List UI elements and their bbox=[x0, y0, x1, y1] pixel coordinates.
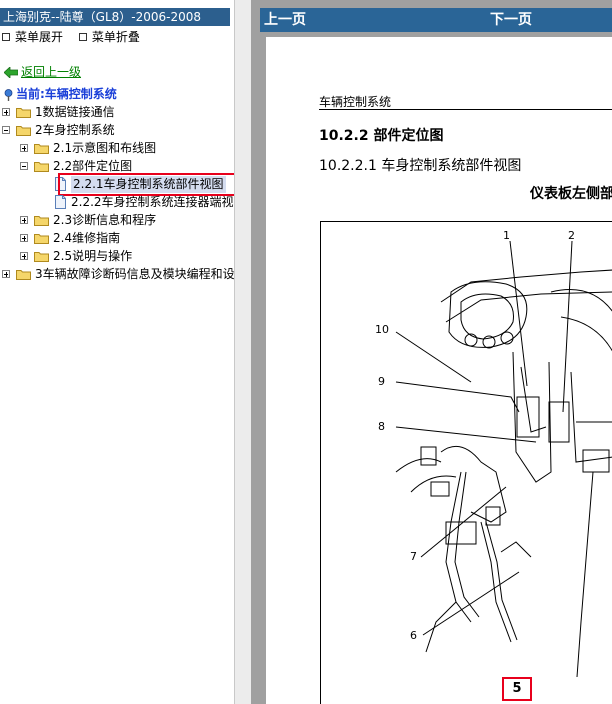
selection-highlight-box bbox=[58, 173, 234, 196]
tree-item[interactable]: 2车身控制系统 bbox=[0, 122, 234, 139]
current-location-label: 当前:车辆控制系统 bbox=[16, 87, 117, 101]
page-header: 车辆控制系统 bbox=[319, 95, 392, 109]
collapse-toggle-icon[interactable] bbox=[2, 126, 10, 134]
manual-title: 上海别克--陆尊（GL8）-2006-2008 bbox=[0, 8, 230, 26]
expand-toggle-icon[interactable] bbox=[20, 252, 28, 260]
callout-6: 6 bbox=[410, 629, 417, 642]
folder-icon bbox=[34, 252, 49, 262]
document-viewer: 上一页 下一页 车辆控制系统 10.2.2 部件定位图 10.2.2.1 车身控… bbox=[251, 0, 612, 704]
expand-toggle-icon[interactable] bbox=[20, 234, 28, 242]
navigation-panel: 上海别克--陆尊（GL8）-2006-2008 菜单展开 菜单折叠 返回上一级 … bbox=[0, 0, 234, 704]
tree-item-label: 2.3诊断信息和程序 bbox=[53, 213, 157, 227]
tree-item[interactable]: 2.3诊断信息和程序 bbox=[0, 212, 234, 229]
page-nav-bar: 上一页 下一页 bbox=[260, 8, 612, 32]
expand-toggle-icon[interactable] bbox=[20, 144, 28, 152]
tree-item[interactable]: 1数据链接通信 bbox=[0, 104, 234, 121]
folder-icon bbox=[34, 234, 49, 244]
folder-icon bbox=[34, 162, 49, 172]
expand-menu-button[interactable]: 菜单展开 bbox=[2, 29, 63, 45]
callout-5-highlight: 5 bbox=[502, 677, 532, 701]
folder-icon bbox=[16, 270, 31, 280]
panel-splitter[interactable] bbox=[234, 0, 251, 704]
back-link[interactable]: 返回上一级 bbox=[21, 65, 81, 79]
callout-8: 8 bbox=[378, 420, 385, 433]
expand-toggle-icon[interactable] bbox=[2, 108, 10, 116]
next-page-button[interactable]: 下一页 bbox=[490, 8, 532, 32]
back-arrow-icon bbox=[4, 67, 18, 78]
folder-icon bbox=[16, 108, 31, 118]
expand-menu-label: 菜单展开 bbox=[15, 30, 64, 44]
section-heading: 10.2.2 部件定位图 bbox=[319, 128, 444, 144]
expand-toggle-icon[interactable] bbox=[2, 270, 10, 278]
tree-item-label: 3车辆故障诊断码信息及模块编程和设 bbox=[35, 267, 234, 281]
square-bullet-icon bbox=[2, 32, 10, 41]
callout-9: 9 bbox=[378, 375, 385, 388]
dashboard-drawing bbox=[395, 240, 612, 678]
tree-item[interactable]: 2.4维修指南 bbox=[0, 230, 234, 247]
document-page: 车辆控制系统 10.2.2 部件定位图 10.2.2.1 车身控制系统部件视图 … bbox=[266, 37, 612, 704]
prev-page-button[interactable]: 上一页 bbox=[264, 8, 306, 32]
component-illustration: 1 2 10 9 8 7 6 bbox=[320, 221, 612, 704]
tree-item-label: 2.1示意图和布线图 bbox=[53, 141, 157, 155]
tree-item-label: 1数据链接通信 bbox=[35, 105, 115, 119]
tree-item-label: 2.2.2车身控制系统连接器端视 bbox=[71, 195, 234, 209]
tree-item-label: 2车身控制系统 bbox=[35, 123, 115, 137]
callout-7: 7 bbox=[410, 550, 417, 563]
collapse-toggle-icon[interactable] bbox=[20, 162, 28, 170]
tree-item[interactable]: 2.2.2车身控制系统连接器端视 bbox=[0, 194, 234, 211]
collapse-menu-label: 菜单折叠 bbox=[91, 30, 140, 44]
figure-title: 仪表板左侧部 bbox=[530, 186, 612, 202]
document-icon bbox=[55, 195, 66, 209]
back-link-row[interactable]: 返回上一级 bbox=[4, 64, 81, 80]
square-bullet-icon bbox=[78, 32, 87, 41]
folder-icon bbox=[34, 216, 49, 226]
callout-10: 10 bbox=[375, 323, 389, 336]
tree-item-label: 2.5说明与操作 bbox=[53, 249, 133, 263]
callout-1: 1 bbox=[503, 229, 510, 242]
current-location: 当前:车辆控制系统 bbox=[4, 86, 117, 102]
menu-toolbar: 菜单展开 菜单折叠 bbox=[2, 29, 152, 45]
collapse-menu-button[interactable]: 菜单折叠 bbox=[78, 29, 140, 45]
tree-item[interactable]: 2.5说明与操作 bbox=[0, 248, 234, 265]
tree-item-label: 2.4维修指南 bbox=[53, 231, 121, 245]
header-rule bbox=[319, 109, 612, 110]
expand-toggle-icon[interactable] bbox=[20, 216, 28, 224]
subsection-heading: 10.2.2.1 车身控制系统部件视图 bbox=[319, 158, 522, 174]
folder-icon bbox=[34, 144, 49, 154]
folder-icon bbox=[16, 126, 31, 136]
callout-2: 2 bbox=[568, 229, 575, 242]
tree-item[interactable]: 2.1示意图和布线图 bbox=[0, 140, 234, 157]
location-pin-icon bbox=[4, 88, 13, 101]
tree-item[interactable]: 3车辆故障诊断码信息及模块编程和设 bbox=[0, 266, 234, 283]
